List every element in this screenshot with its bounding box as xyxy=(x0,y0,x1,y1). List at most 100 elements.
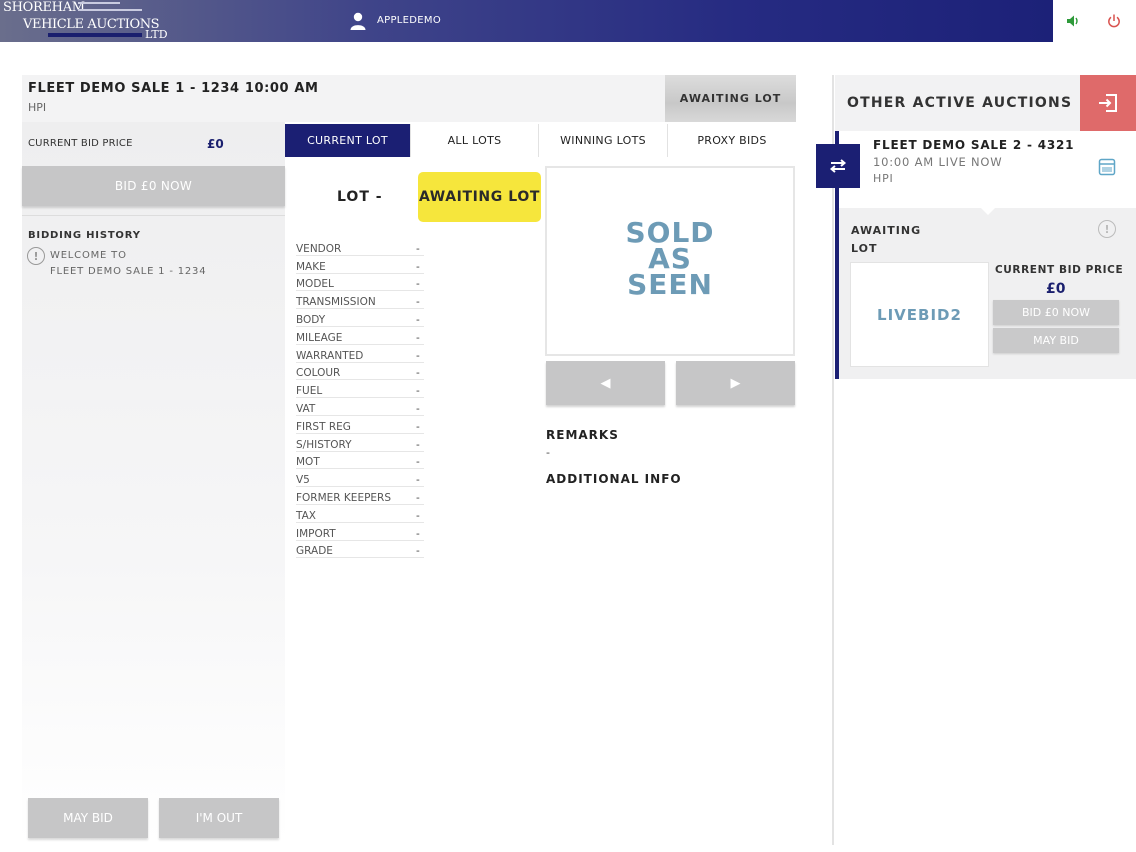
tab-winning-lots[interactable]: WINNING LOTS xyxy=(539,124,668,157)
lot-status-badge: AWAITING LOT xyxy=(418,172,541,222)
spec-value: - xyxy=(416,474,420,487)
history-message: WELCOME TO xyxy=(50,250,127,261)
spec-label: BODY xyxy=(296,313,326,326)
spec-row: VAT - xyxy=(296,398,424,416)
lot-number: LOT - xyxy=(337,189,383,205)
spec-label: GRADE xyxy=(296,545,333,558)
other-auction-time: 10:00 AM LIVE NOW xyxy=(873,155,1003,169)
spec-label: VENDOR xyxy=(296,242,342,255)
spec-row: MAKE - xyxy=(296,256,424,274)
other-current-bid-value: £0 xyxy=(1046,281,1066,297)
spec-value: - xyxy=(416,278,420,291)
spec-row: GRADE - xyxy=(296,541,424,559)
power-icon[interactable] xyxy=(1104,11,1124,31)
spec-row: MODEL - xyxy=(296,274,424,292)
spec-value: - xyxy=(416,385,420,398)
logo-stripe xyxy=(78,9,142,11)
panel-divider xyxy=(832,75,834,845)
other-bid-now-button[interactable]: BID £0 NOW xyxy=(993,300,1119,325)
spec-label: FUEL xyxy=(296,385,323,398)
prev-image-button[interactable]: ◀ xyxy=(546,361,665,405)
user-icon xyxy=(350,12,366,30)
chevron-right-icon: ▶ xyxy=(730,375,741,391)
spec-row: V5 - xyxy=(296,469,424,488)
spec-label: MILEAGE xyxy=(296,331,343,344)
logo-text-shoreham: SHOREHAM xyxy=(3,0,85,15)
spec-value: - xyxy=(416,491,420,504)
bid-now-button[interactable]: BID £0 NOW xyxy=(22,166,285,206)
other-current-bid-label: CURRENT BID PRICE xyxy=(995,264,1124,276)
status-line: LOT xyxy=(851,242,878,255)
spec-value: - xyxy=(416,527,420,540)
catalogue-icon[interactable] xyxy=(1098,158,1116,176)
other-auction-title: FLEET DEMO SALE 2 - 4321 xyxy=(873,138,1075,152)
exit-icon xyxy=(1099,94,1117,112)
info-icon: ! xyxy=(27,247,45,265)
spec-row: FIRST REG - xyxy=(296,416,424,434)
spec-row: IMPORT - xyxy=(296,523,424,541)
spec-label: VAT xyxy=(296,402,316,415)
exit-button[interactable] xyxy=(1080,75,1136,131)
spec-value: - xyxy=(416,260,420,273)
may-bid-button[interactable]: MAY BID xyxy=(28,798,148,838)
spec-label: S/HISTORY xyxy=(296,438,352,451)
spec-label: MODEL xyxy=(296,278,334,291)
spec-row: BODY - xyxy=(296,309,424,327)
spec-label: FIRST REG xyxy=(296,420,351,433)
switch-auction-icon[interactable] xyxy=(816,144,860,188)
spec-value: - xyxy=(416,296,420,309)
spec-value: - xyxy=(416,331,420,344)
history-message: FLEET DEMO SALE 1 - 1234 xyxy=(50,266,207,277)
spec-label: TRANSMISSION xyxy=(296,296,376,309)
card-notch xyxy=(980,207,996,215)
sale-subtitle: HPI xyxy=(28,101,47,114)
speaker-icon[interactable] xyxy=(1063,11,1083,31)
sale-status: AWAITING LOT xyxy=(665,75,796,122)
spec-row: FUEL - xyxy=(296,380,424,399)
im-out-button[interactable]: I'M OUT xyxy=(159,798,279,838)
spec-label: IMPORT xyxy=(296,527,336,540)
other-auction-thumbnail: LIVEBID2 xyxy=(850,262,989,367)
sold-as-seen-image-text: SOLD AS SEEN xyxy=(547,219,793,299)
username: APPLEDEMO xyxy=(377,15,442,26)
chevron-left-icon: ◀ xyxy=(600,375,611,391)
spec-label: FORMER KEEPERS xyxy=(296,491,392,504)
spec-value: - xyxy=(416,313,420,326)
spec-row: MILEAGE - xyxy=(296,327,424,345)
spec-label: V5 xyxy=(296,474,310,487)
sale-title: FLEET DEMO SALE 1 - 1234 10:00 AM xyxy=(28,81,319,96)
remarks-title: REMARKS xyxy=(546,428,619,442)
tab-current-lot[interactable]: CURRENT LOT xyxy=(285,124,411,157)
status-line: AWAITING xyxy=(851,224,922,237)
logo-stripe xyxy=(78,2,120,4)
other-may-bid-button[interactable]: MAY BID xyxy=(993,328,1119,353)
logo-underline xyxy=(48,33,142,37)
spec-value: - xyxy=(416,456,420,469)
tab-proxy-bids[interactable]: PROXY BIDS xyxy=(668,124,796,157)
spec-row: VENDOR - xyxy=(296,238,424,256)
logo-text-ltd: LTD xyxy=(145,28,168,41)
next-image-button[interactable]: ▶ xyxy=(676,361,795,405)
spec-row: COLOUR - xyxy=(296,363,424,381)
spec-row: TRANSMISSION - xyxy=(296,291,424,310)
logo-text-vehicle-auctions: VEHICLE AUCTIONS xyxy=(23,17,160,32)
tab-all-lots[interactable]: ALL LOTS xyxy=(411,124,539,157)
current-bid-label: CURRENT BID PRICE xyxy=(28,138,133,149)
spec-label: MAKE xyxy=(296,260,326,273)
spec-row: MOT - xyxy=(296,452,424,470)
spec-value: - xyxy=(416,349,420,362)
other-auctions-title: OTHER ACTIVE AUCTIONS xyxy=(847,95,1073,111)
spec-label: COLOUR xyxy=(296,367,341,380)
lot-specs: VENDOR - MAKE - MODEL - TRANSMISSION - BODY - MILE… xyxy=(296,238,424,559)
spec-value: - xyxy=(416,420,420,433)
spec-value: - xyxy=(416,402,420,415)
spec-row: FORMER KEEPERS - xyxy=(296,487,424,505)
spec-value: - xyxy=(416,509,420,522)
spec-row: WARRANTED - xyxy=(296,345,424,363)
spec-label: WARRANTED xyxy=(296,349,364,362)
remarks-value: - xyxy=(546,446,550,459)
other-auction-status: AWAITING LOT xyxy=(851,222,921,258)
spec-value: - xyxy=(416,438,420,451)
spec-value: - xyxy=(416,367,420,380)
info-icon[interactable]: ! xyxy=(1098,220,1116,238)
